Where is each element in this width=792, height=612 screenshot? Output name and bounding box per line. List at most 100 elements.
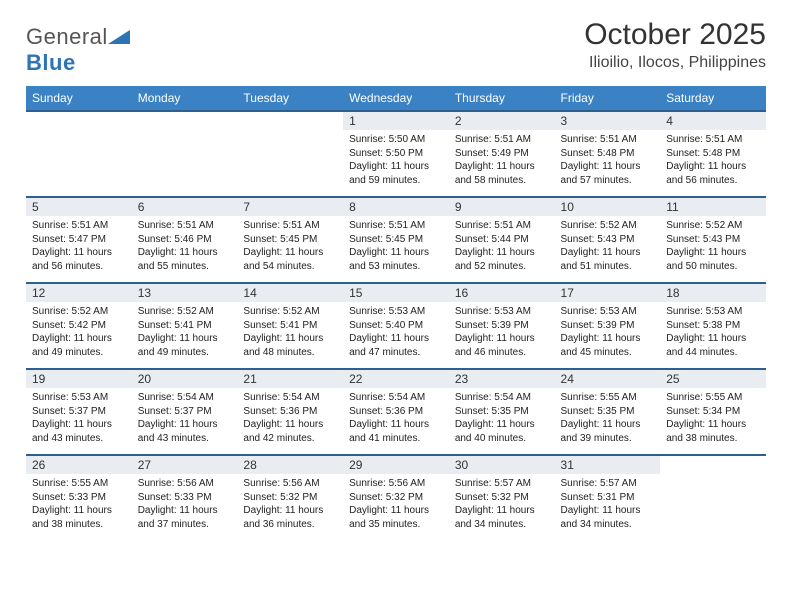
sunset-text: Sunset: 5:32 PM bbox=[455, 491, 549, 505]
sunset-text: Sunset: 5:48 PM bbox=[561, 147, 655, 161]
calendar-day-cell: 25Sunrise: 5:55 AMSunset: 5:34 PMDayligh… bbox=[660, 369, 766, 455]
day-number: 17 bbox=[555, 284, 661, 302]
day-details: Sunrise: 5:55 AMSunset: 5:33 PMDaylight:… bbox=[26, 474, 132, 535]
day-number bbox=[660, 456, 766, 470]
day-number: 16 bbox=[449, 284, 555, 302]
weekday-header: Wednesday bbox=[343, 86, 449, 111]
calendar-day-cell: 11Sunrise: 5:52 AMSunset: 5:43 PMDayligh… bbox=[660, 197, 766, 283]
day-details: Sunrise: 5:52 AMSunset: 5:43 PMDaylight:… bbox=[660, 216, 766, 277]
calendar-week-row: 1Sunrise: 5:50 AMSunset: 5:50 PMDaylight… bbox=[26, 111, 766, 197]
calendar-day-cell: 17Sunrise: 5:53 AMSunset: 5:39 PMDayligh… bbox=[555, 283, 661, 369]
calendar-day-cell: 18Sunrise: 5:53 AMSunset: 5:38 PMDayligh… bbox=[660, 283, 766, 369]
weekday-header: Saturday bbox=[660, 86, 766, 111]
calendar-day-cell: 5Sunrise: 5:51 AMSunset: 5:47 PMDaylight… bbox=[26, 197, 132, 283]
daylight-text: Daylight: 11 hours and 40 minutes. bbox=[455, 418, 549, 445]
day-number: 15 bbox=[343, 284, 449, 302]
weekday-header: Monday bbox=[132, 86, 238, 111]
weekday-header-row: SundayMondayTuesdayWednesdayThursdayFrid… bbox=[26, 86, 766, 111]
calendar-day-cell: 12 Sunrise: 5:52 AMSunset: 5:42 PMDayligh… bbox=[26, 283, 132, 369]
day-number: 4 bbox=[660, 112, 766, 130]
day-number: 27 bbox=[132, 456, 238, 474]
title-block: October 2025 Ilioilio, Ilocos, Philippin… bbox=[584, 18, 766, 72]
sunset-text: Sunset: 5:43 PM bbox=[666, 233, 760, 247]
day-number: 9 bbox=[449, 198, 555, 216]
logo-triangle-icon bbox=[108, 28, 130, 44]
daylight-text: Daylight: 11 hours and 56 minutes. bbox=[666, 160, 760, 187]
day-number: 8 bbox=[343, 198, 449, 216]
weekday-header: Friday bbox=[555, 86, 661, 111]
day-number: 25 bbox=[660, 370, 766, 388]
calendar-day-cell: 7Sunrise: 5:51 AMSunset: 5:45 PMDaylight… bbox=[237, 197, 343, 283]
calendar-day-cell: 14Sunrise: 5:52 AMSunset: 5:41 PMDayligh… bbox=[237, 283, 343, 369]
day-number: 18 bbox=[660, 284, 766, 302]
day-details: Sunrise: 5:53 AMSunset: 5:40 PMDaylight:… bbox=[343, 302, 449, 363]
sunrise-text: Sunrise: 5:51 AM bbox=[455, 133, 549, 147]
sunrise-text: Sunrise: 5:53 AM bbox=[349, 305, 443, 319]
calendar-week-row: 5Sunrise: 5:51 AMSunset: 5:47 PMDaylight… bbox=[26, 197, 766, 283]
daylight-text: Daylight: 11 hours and 39 minutes. bbox=[561, 418, 655, 445]
sunset-text: Sunset: 5:37 PM bbox=[138, 405, 232, 419]
day-details: Sunrise: 5:54 AMSunset: 5:35 PMDaylight:… bbox=[449, 388, 555, 449]
day-details: Sunrise: 5:56 AMSunset: 5:32 PMDaylight:… bbox=[237, 474, 343, 535]
calendar-week-row: 26Sunrise: 5:55 AMSunset: 5:33 PMDayligh… bbox=[26, 455, 766, 541]
daylight-text: Daylight: 11 hours and 58 minutes. bbox=[455, 160, 549, 187]
day-details: Sunrise: 5:51 AMSunset: 5:48 PMDaylight:… bbox=[660, 130, 766, 191]
day-details: Sunrise: 5:53 AMSunset: 5:38 PMDaylight:… bbox=[660, 302, 766, 363]
day-details bbox=[132, 126, 238, 140]
sunrise-text: Sunrise: 5:51 AM bbox=[666, 133, 760, 147]
sunset-text: Sunset: 5:46 PM bbox=[138, 233, 232, 247]
sunset-text: Sunset: 5:39 PM bbox=[561, 319, 655, 333]
sunset-text: Sunset: 5:47 PM bbox=[32, 233, 126, 247]
sunrise-text: Sunrise: 5:57 AM bbox=[561, 477, 655, 491]
sunset-text: Sunset: 5:50 PM bbox=[349, 147, 443, 161]
day-details: Sunrise: 5:51 AMSunset: 5:49 PMDaylight:… bbox=[449, 130, 555, 191]
sunrise-text: Sunrise: 5:52 AM bbox=[32, 305, 126, 319]
daylight-text: Daylight: 11 hours and 36 minutes. bbox=[243, 504, 337, 531]
sunrise-text: Sunrise: 5:51 AM bbox=[349, 219, 443, 233]
day-number: 14 bbox=[237, 284, 343, 302]
day-number: 13 bbox=[132, 284, 238, 302]
daylight-text: Daylight: 11 hours and 42 minutes. bbox=[243, 418, 337, 445]
daylight-text: Daylight: 11 hours and 49 minutes. bbox=[32, 332, 126, 359]
day-details: Sunrise: 5:50 AMSunset: 5:50 PMDaylight:… bbox=[343, 130, 449, 191]
sunrise-text: Sunrise: 5:52 AM bbox=[666, 219, 760, 233]
day-details: Sunrise: 5:56 AMSunset: 5:33 PMDaylight:… bbox=[132, 474, 238, 535]
daylight-text: Daylight: 11 hours and 57 minutes. bbox=[561, 160, 655, 187]
sunrise-text: Sunrise: 5:54 AM bbox=[455, 391, 549, 405]
sunset-text: Sunset: 5:49 PM bbox=[455, 147, 549, 161]
day-number: 1 bbox=[343, 112, 449, 130]
sunset-text: Sunset: 5:42 PM bbox=[32, 319, 126, 333]
sunrise-text: Sunrise: 5:51 AM bbox=[243, 219, 337, 233]
calendar-day-cell: 4Sunrise: 5:51 AMSunset: 5:48 PMDaylight… bbox=[660, 111, 766, 197]
daylight-text: Daylight: 11 hours and 59 minutes. bbox=[349, 160, 443, 187]
day-number: 19 bbox=[26, 370, 132, 388]
daylight-text: Daylight: 11 hours and 52 minutes. bbox=[455, 246, 549, 273]
day-details: Sunrise: 5:51 AMSunset: 5:46 PMDaylight:… bbox=[132, 216, 238, 277]
day-details: Sunrise: 5:52 AMSunset: 5:41 PMDaylight:… bbox=[132, 302, 238, 363]
sunset-text: Sunset: 5:34 PM bbox=[666, 405, 760, 419]
calendar-day-cell: 16Sunrise: 5:53 AMSunset: 5:39 PMDayligh… bbox=[449, 283, 555, 369]
calendar-day-cell: 27Sunrise: 5:56 AMSunset: 5:33 PMDayligh… bbox=[132, 455, 238, 541]
day-number: 10 bbox=[555, 198, 661, 216]
sunset-text: Sunset: 5:48 PM bbox=[666, 147, 760, 161]
day-details bbox=[660, 470, 766, 484]
calendar-day-cell: 21Sunrise: 5:54 AMSunset: 5:36 PMDayligh… bbox=[237, 369, 343, 455]
daylight-text: Daylight: 11 hours and 44 minutes. bbox=[666, 332, 760, 359]
daylight-text: Daylight: 11 hours and 56 minutes. bbox=[32, 246, 126, 273]
calendar-day-cell: 9Sunrise: 5:51 AMSunset: 5:44 PMDaylight… bbox=[449, 197, 555, 283]
daylight-text: Daylight: 11 hours and 47 minutes. bbox=[349, 332, 443, 359]
calendar-day-cell: 6Sunrise: 5:51 AMSunset: 5:46 PMDaylight… bbox=[132, 197, 238, 283]
day-number: 5 bbox=[26, 198, 132, 216]
day-number: 29 bbox=[343, 456, 449, 474]
day-details: Sunrise: 5:53 AMSunset: 5:37 PMDaylight:… bbox=[26, 388, 132, 449]
day-number: 12 bbox=[26, 284, 132, 302]
calendar-day-cell: 23Sunrise: 5:54 AMSunset: 5:35 PMDayligh… bbox=[449, 369, 555, 455]
page-subtitle: Ilioilio, Ilocos, Philippines bbox=[584, 54, 766, 72]
header: GeneralBlue October 2025 Ilioilio, Iloco… bbox=[26, 18, 766, 76]
sunrise-text: Sunrise: 5:55 AM bbox=[561, 391, 655, 405]
day-number: 11 bbox=[660, 198, 766, 216]
day-number: 24 bbox=[555, 370, 661, 388]
sunset-text: Sunset: 5:33 PM bbox=[138, 491, 232, 505]
sunset-text: Sunset: 5:44 PM bbox=[455, 233, 549, 247]
sunset-text: Sunset: 5:43 PM bbox=[561, 233, 655, 247]
